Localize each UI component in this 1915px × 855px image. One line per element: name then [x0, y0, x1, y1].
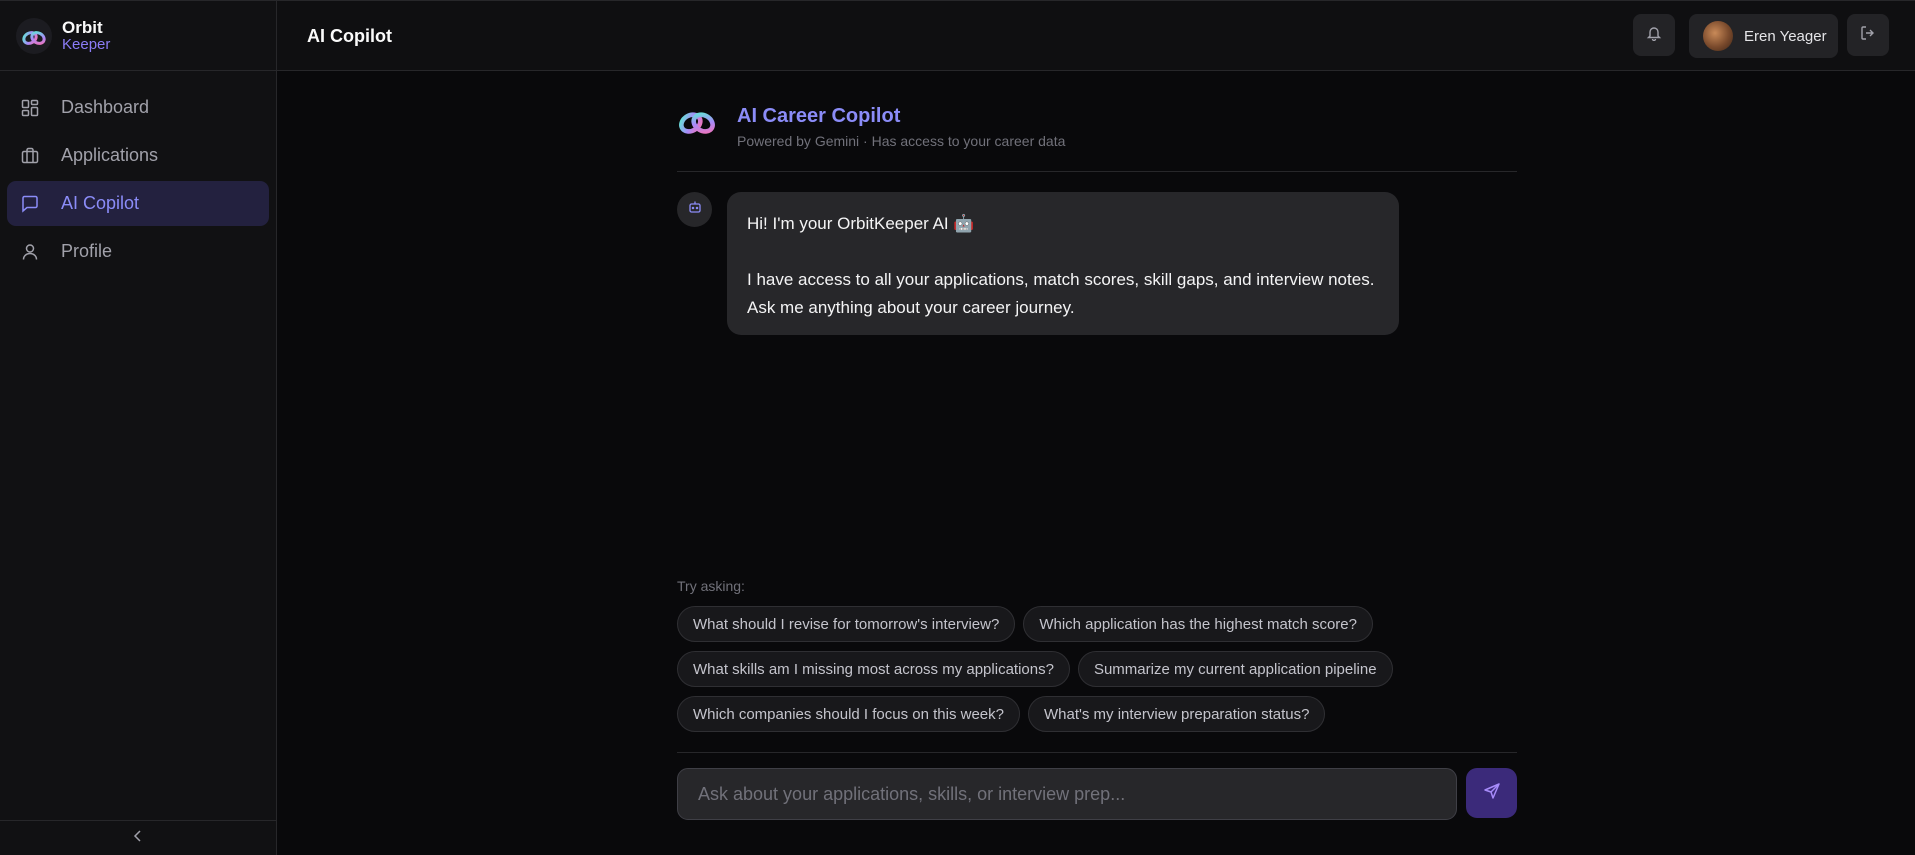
chat-title: AI Career Copilot — [737, 105, 901, 127]
suggestion-chip[interactable]: Which companies should I focus on this w… — [677, 696, 1020, 732]
sidebar-item-dashboard[interactable]: Dashboard — [7, 85, 269, 130]
avatar — [1703, 21, 1733, 51]
notifications-button[interactable] — [1633, 14, 1675, 56]
try-asking-label: Try asking: — [677, 578, 745, 594]
sidebar: Orbit Keeper Dashboard Applications AI C… — [0, 0, 277, 855]
send-button[interactable] — [1466, 768, 1517, 818]
user-menu[interactable]: Eren Yeager — [1689, 14, 1838, 58]
brand[interactable]: Orbit Keeper — [0, 1, 276, 71]
chat-input[interactable] — [677, 768, 1457, 820]
bot-message: Hi! I'm your OrbitKeeper AI 🤖 I have acc… — [727, 192, 1399, 335]
suggestion-list: What should I revise for tomorrow's inte… — [677, 606, 1517, 741]
dashboard-icon — [21, 98, 41, 118]
suggestion-chip[interactable]: Which application has the highest match … — [1023, 606, 1373, 642]
sidebar-item-applications[interactable]: Applications — [7, 133, 269, 178]
robot-icon — [688, 200, 702, 219]
briefcase-icon — [21, 146, 41, 166]
chat-header: AI Career Copilot Powered by Gemini · Ha… — [677, 100, 1517, 172]
message-text: Hi! I'm your OrbitKeeper AI 🤖 — [747, 214, 975, 233]
chat-icon — [21, 194, 41, 214]
chat-subtitle: Powered by Gemini · Has access to your c… — [737, 133, 1066, 149]
send-icon — [1483, 782, 1501, 805]
sidebar-item-label: Applications — [61, 145, 159, 165]
logout-icon — [1860, 25, 1876, 46]
sidebar-item-label: Dashboard — [61, 97, 150, 117]
sidebar-item-profile[interactable]: Profile — [7, 229, 269, 274]
suggestion-chip[interactable]: What skills am I missing most across my … — [677, 651, 1070, 687]
suggestion-chip[interactable]: Summarize my current application pipelin… — [1077, 651, 1393, 687]
sidebar-item-label: AI Copilot — [61, 193, 140, 213]
sidebar-nav: Dashboard Applications AI Copilot Profil… — [0, 71, 276, 274]
user-name: Eren Yeager — [1744, 27, 1827, 45]
page-title: AI Copilot — [307, 26, 392, 46]
sidebar-item-label: Profile — [61, 241, 113, 261]
orbit-logo-icon — [16, 17, 52, 54]
user-icon — [21, 242, 41, 262]
top-header: AI Copilot Eren Yeager — [277, 0, 1915, 71]
suggestion-chip[interactable]: What should I revise for tomorrow's inte… — [677, 606, 1016, 642]
orbit-logo-icon — [677, 102, 717, 142]
bell-icon — [1646, 25, 1662, 46]
divider — [677, 752, 1517, 753]
collapse-sidebar-button[interactable] — [0, 820, 276, 855]
logout-button[interactable] — [1847, 14, 1889, 56]
bot-avatar — [677, 192, 712, 227]
suggestion-chip[interactable]: What's my interview preparation status? — [1028, 696, 1326, 732]
brand-sub: Keeper — [62, 35, 111, 53]
message-text: I have access to all your applications, … — [747, 270, 1375, 317]
sidebar-item-ai-copilot[interactable]: AI Copilot — [7, 181, 269, 226]
brand-name: Orbit — [62, 17, 103, 37]
chevron-left-icon — [133, 829, 143, 847]
